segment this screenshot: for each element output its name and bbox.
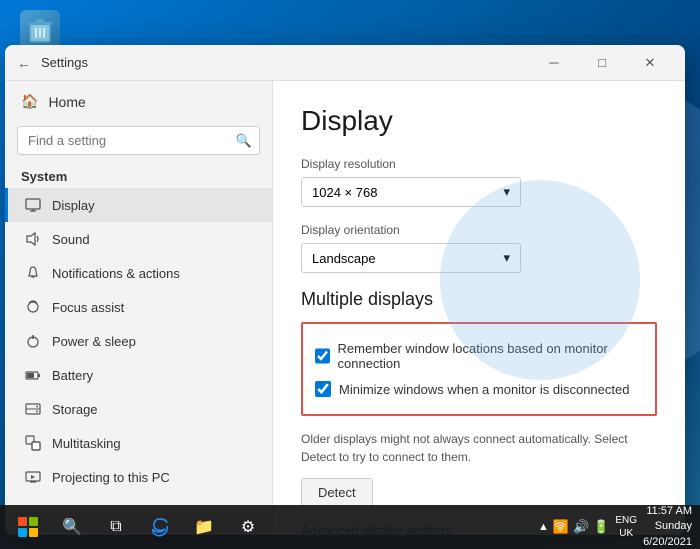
win-logo-red bbox=[18, 517, 27, 526]
home-label: Home bbox=[48, 94, 85, 110]
sidebar-item-storage[interactable]: Storage bbox=[5, 392, 272, 426]
wifi-icon: 🛜 bbox=[553, 519, 569, 535]
language-indicator[interactable]: ENGUK bbox=[615, 514, 637, 540]
display-icon bbox=[24, 196, 42, 214]
arrow-up-icon[interactable]: ▲ bbox=[538, 521, 549, 533]
projecting-icon bbox=[24, 468, 42, 486]
back-button[interactable]: ← bbox=[17, 55, 31, 71]
sidebar-item-projecting[interactable]: Projecting to this PC bbox=[5, 460, 272, 494]
home-icon: 🏠 bbox=[21, 93, 38, 110]
sidebar-item-focus[interactable]: Focus assist bbox=[5, 290, 272, 324]
sidebar-storage-label: Storage bbox=[52, 402, 98, 417]
resolution-value: 1024 × 768 bbox=[312, 185, 377, 200]
checkbox2-label: Minimize windows when a monitor is disco… bbox=[339, 382, 629, 397]
explorer-icon: 📁 bbox=[194, 517, 214, 537]
sidebar-power-label: Power & sleep bbox=[52, 334, 136, 349]
resolution-container: Display resolution 1024 × 768 ▾ bbox=[301, 157, 657, 207]
sidebar-search-container: 🔍 bbox=[17, 126, 260, 155]
taskview-icon: ⧉ bbox=[110, 518, 121, 536]
taskbar-left: 🔍 ⧉ 📁 ⚙ bbox=[8, 509, 268, 545]
page-title: Display bbox=[301, 105, 657, 137]
maximize-button[interactable]: □ bbox=[579, 48, 625, 78]
taskbar-settings-button[interactable]: ⚙ bbox=[228, 509, 268, 545]
multiple-displays-box: Remember window locations based on monit… bbox=[301, 322, 657, 416]
checkbox-row-2: Minimize windows when a monitor is disco… bbox=[315, 376, 643, 402]
battery-icon bbox=[24, 366, 42, 384]
settings-window: ← Settings ─ □ ✕ 🏠 Home 🔍 System bbox=[5, 45, 685, 535]
window-controls: ─ □ ✕ bbox=[531, 48, 673, 78]
main-content: 🏠 Home 🔍 System bbox=[5, 81, 685, 535]
taskbar-right: ▲ 🛜 🔊 🔋 ENGUK 11:57 AM Sunday 6/20/2021 bbox=[538, 504, 692, 549]
recycle-bin-graphic bbox=[20, 10, 60, 50]
resolution-label: Display resolution bbox=[301, 157, 657, 171]
sidebar-focus-label: Focus assist bbox=[52, 300, 124, 315]
sidebar-section-label: System bbox=[5, 163, 272, 188]
minimize-window-checkbox[interactable] bbox=[315, 381, 331, 397]
lang-label: ENGUK bbox=[615, 514, 637, 540]
taskbar-explorer-button[interactable]: 📁 bbox=[184, 509, 224, 545]
desktop: Recycle Bin ← Settings ─ □ ✕ 🏠 Home bbox=[0, 0, 700, 549]
edge-icon bbox=[150, 517, 170, 537]
sidebar-battery-label: Battery bbox=[52, 368, 93, 383]
sidebar-multitasking-label: Multitasking bbox=[52, 436, 121, 451]
multitasking-icon bbox=[24, 434, 42, 452]
info-text: Older displays might not always connect … bbox=[301, 430, 657, 466]
systray: ▲ 🛜 🔊 🔋 bbox=[538, 519, 609, 535]
storage-icon bbox=[24, 400, 42, 418]
window-title: Settings bbox=[41, 55, 531, 70]
sidebar-projecting-label: Projecting to this PC bbox=[52, 470, 170, 485]
sidebar-sound-label: Sound bbox=[52, 232, 90, 247]
sidebar: 🏠 Home 🔍 System bbox=[5, 81, 273, 535]
search-icon: 🔍 bbox=[236, 133, 252, 149]
battery-tray-icon: 🔋 bbox=[593, 519, 609, 535]
close-button[interactable]: ✕ bbox=[627, 48, 673, 78]
sidebar-display-label: Display bbox=[52, 198, 95, 213]
taskbar: 🔍 ⧉ 📁 ⚙ ▲ bbox=[0, 505, 700, 549]
sidebar-notifications-label: Notifications & actions bbox=[52, 266, 180, 281]
win-logo-blue bbox=[18, 528, 27, 537]
sound-icon bbox=[24, 230, 42, 248]
win-logo-yellow bbox=[29, 528, 38, 537]
detect-button[interactable]: Detect bbox=[301, 478, 373, 507]
clock-date: Sunday bbox=[643, 519, 692, 534]
sidebar-item-notifications[interactable]: Notifications & actions bbox=[5, 256, 272, 290]
taskbar-clock[interactable]: 11:57 AM Sunday 6/20/2021 bbox=[643, 504, 692, 549]
orientation-container: Display orientation Landscape ▾ bbox=[301, 223, 657, 273]
sidebar-item-multitasking[interactable]: Multitasking bbox=[5, 426, 272, 460]
win-logo-green bbox=[29, 517, 38, 526]
sidebar-home[interactable]: 🏠 Home bbox=[5, 81, 272, 122]
taskbar-search-button[interactable]: 🔍 bbox=[52, 509, 92, 545]
minimize-button[interactable]: ─ bbox=[531, 48, 577, 78]
clock-date2: 6/20/2021 bbox=[643, 535, 692, 549]
taskbar-search-icon: 🔍 bbox=[62, 517, 82, 537]
sidebar-item-battery[interactable]: Battery bbox=[5, 358, 272, 392]
right-panel: Display Display resolution 1024 × 768 ▾ … bbox=[273, 81, 685, 535]
search-input[interactable] bbox=[17, 126, 260, 155]
start-button[interactable] bbox=[8, 509, 48, 545]
power-icon bbox=[24, 332, 42, 350]
windows-logo-icon bbox=[18, 517, 38, 537]
settings-gear-icon: ⚙ bbox=[241, 517, 255, 537]
title-bar: ← Settings ─ □ ✕ bbox=[5, 45, 685, 81]
remember-window-checkbox[interactable] bbox=[315, 348, 330, 364]
dropdown-arrow-icon2: ▾ bbox=[503, 250, 510, 266]
sidebar-item-sound[interactable]: Sound bbox=[5, 222, 272, 256]
sidebar-item-display[interactable]: Display bbox=[5, 188, 272, 222]
resolution-dropdown[interactable]: 1024 × 768 ▾ bbox=[301, 177, 521, 207]
checkbox1-label: Remember window locations based on monit… bbox=[338, 341, 643, 371]
orientation-label: Display orientation bbox=[301, 223, 657, 237]
sidebar-item-power[interactable]: Power & sleep bbox=[5, 324, 272, 358]
volume-icon: 🔊 bbox=[573, 519, 589, 535]
multiple-displays-title: Multiple displays bbox=[301, 289, 657, 310]
orientation-value: Landscape bbox=[312, 251, 376, 266]
focus-icon bbox=[24, 298, 42, 316]
dropdown-arrow-icon: ▾ bbox=[503, 184, 510, 200]
checkbox-row-1: Remember window locations based on monit… bbox=[315, 336, 643, 376]
taskbar-taskview-button[interactable]: ⧉ bbox=[96, 509, 136, 545]
orientation-dropdown[interactable]: Landscape ▾ bbox=[301, 243, 521, 273]
taskbar-edge-button[interactable] bbox=[140, 509, 180, 545]
notifications-icon bbox=[24, 264, 42, 282]
clock-time: 11:57 AM bbox=[643, 504, 692, 519]
